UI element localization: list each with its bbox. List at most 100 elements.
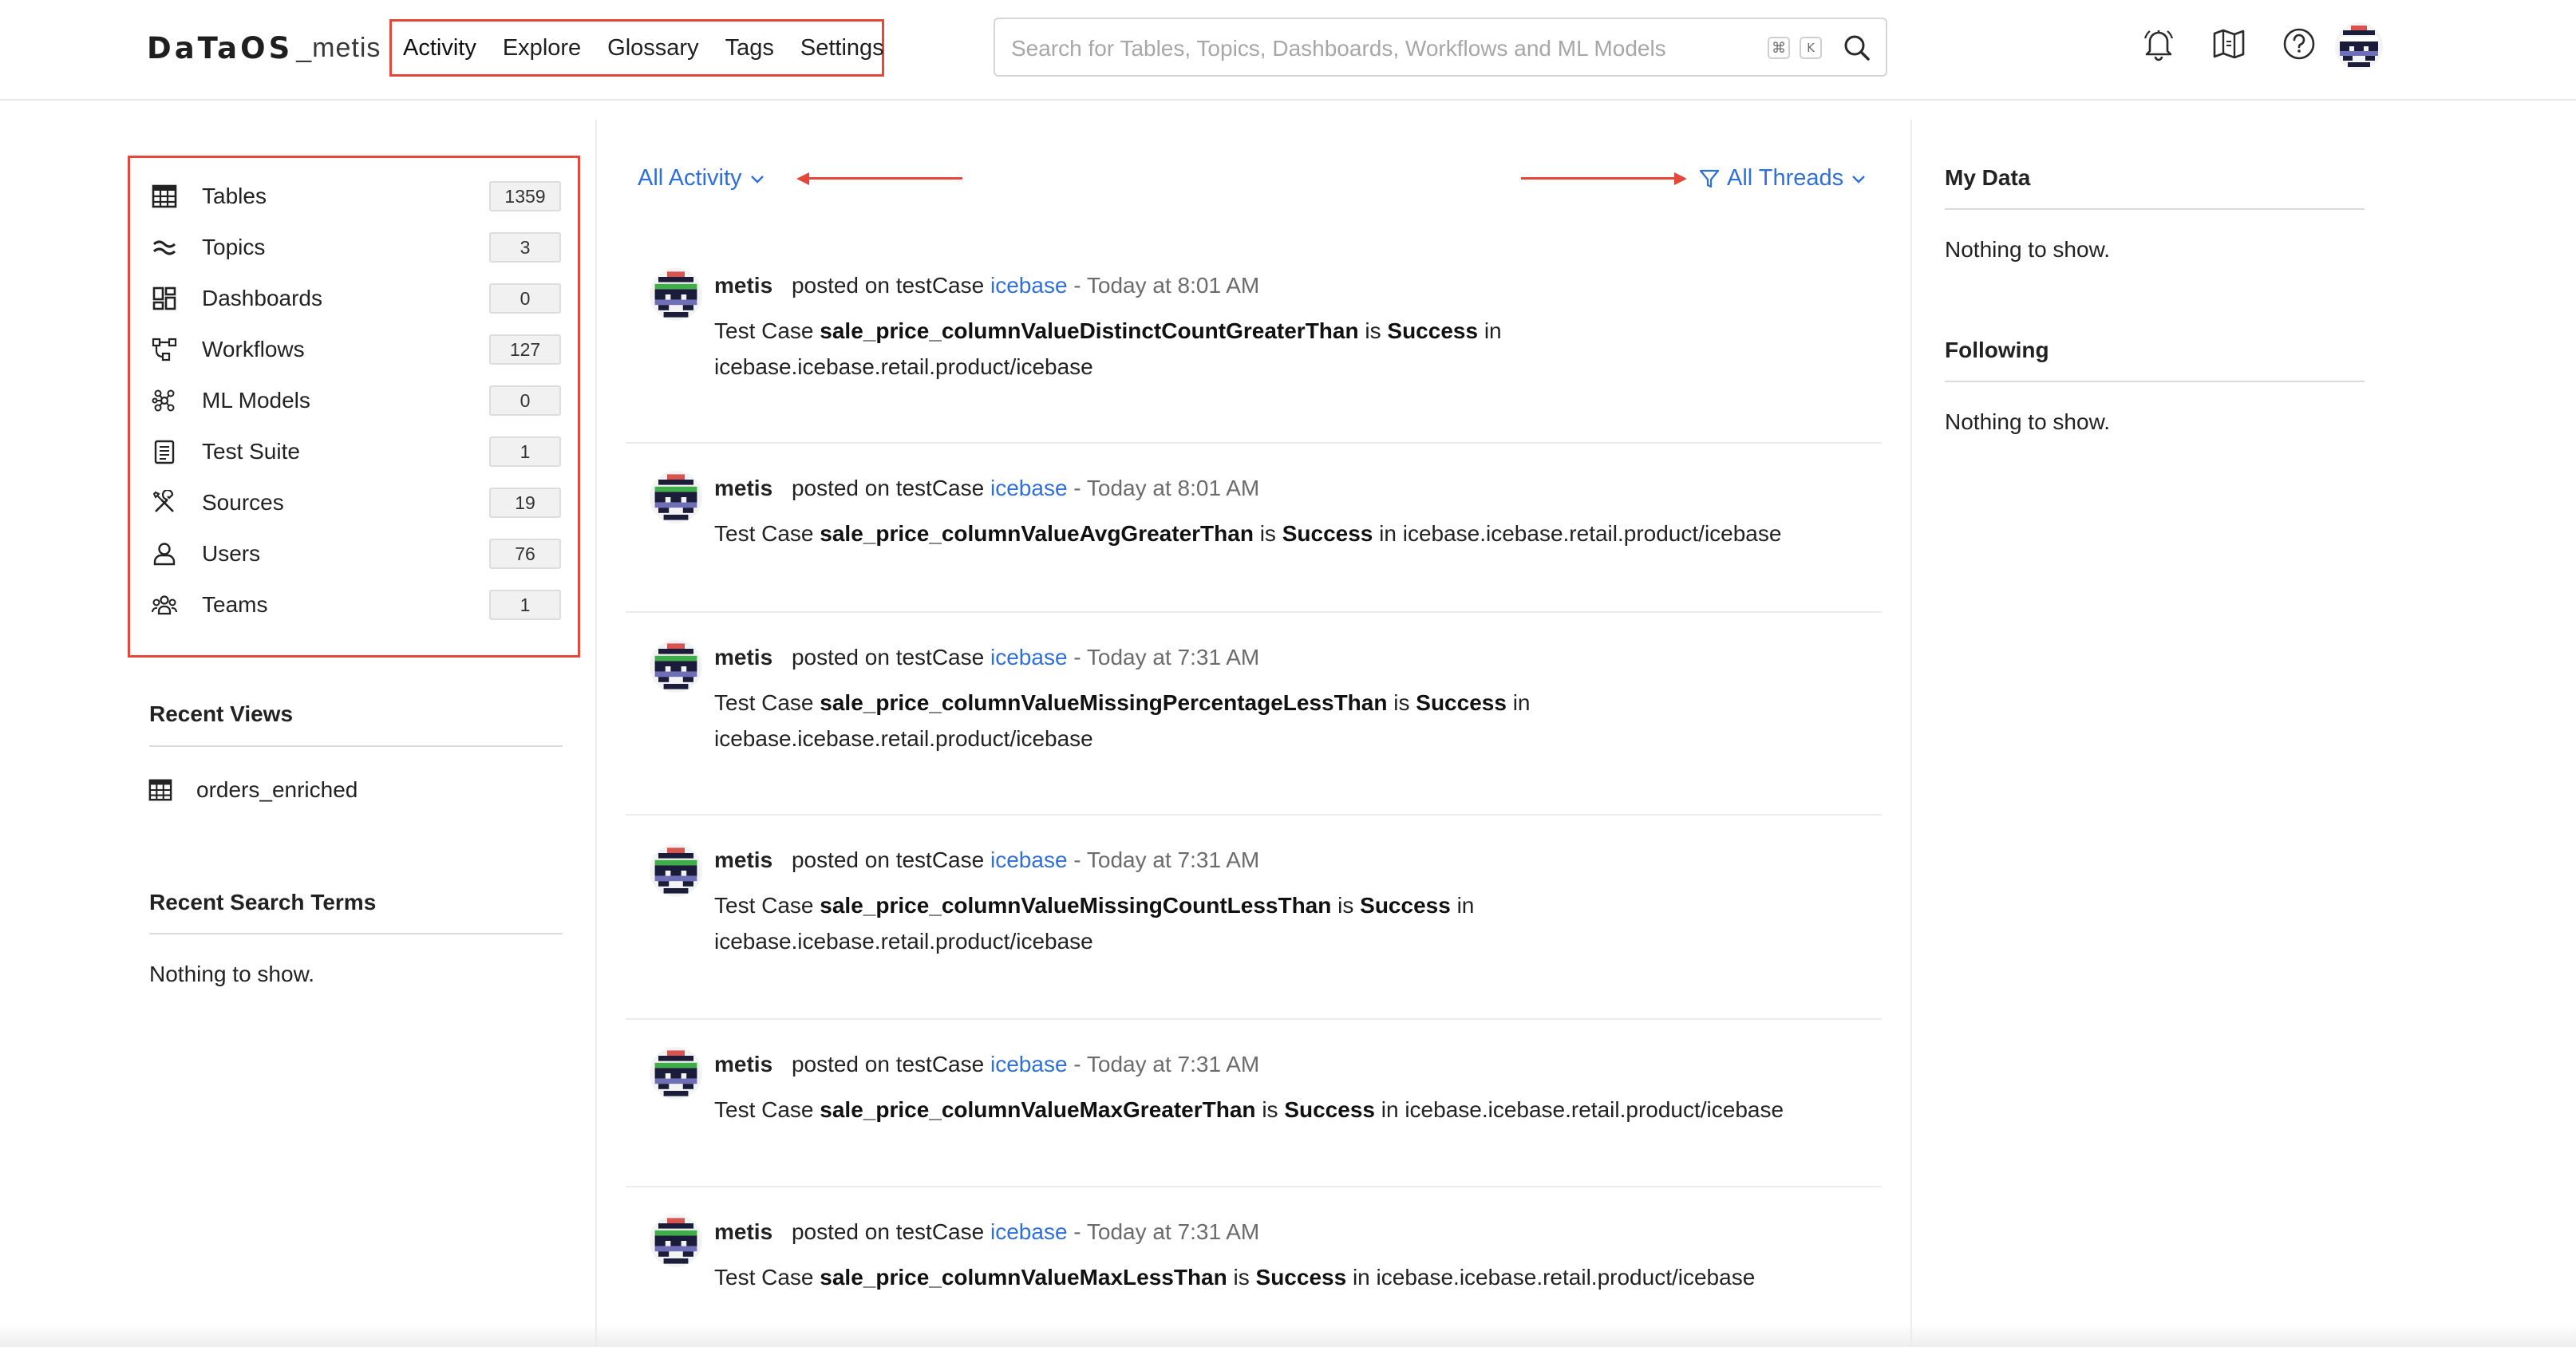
entity-label: Topics (202, 235, 266, 259)
nav-activity[interactable]: Activity (403, 35, 476, 61)
workflow-icon (151, 336, 178, 363)
msg-status: Success (1284, 1097, 1375, 1122)
feed-author[interactable]: metis (714, 847, 772, 872)
msg-test-name: sale_price_columnValueDistinctCountGreat… (820, 318, 1359, 343)
user-avatar[interactable] (650, 844, 702, 897)
bell-icon[interactable] (2139, 24, 2179, 64)
msg-in: in (1512, 690, 1531, 715)
feed-message: Test Case sale_price_columnValueMaxLessT… (714, 1259, 1879, 1295)
annotation-arrow-left (806, 177, 962, 180)
msg-path: icebase.icebase.retail.product/icebase (1405, 1097, 1784, 1122)
entity-row-users[interactable]: Users 76 (151, 531, 561, 576)
entity-label: Tables (202, 184, 267, 208)
map-icon[interactable] (2209, 24, 2249, 64)
feed-item-header: metis posted on testCase icebase - Today… (714, 273, 1259, 298)
nav-settings[interactable]: Settings (800, 35, 884, 61)
test-suite-icon (151, 438, 178, 465)
user-avatar[interactable] (650, 268, 702, 321)
feed-author[interactable]: metis (714, 476, 772, 500)
user-avatar[interactable] (650, 1047, 702, 1100)
feed-timestamp: - Today at 7:31 AM (1073, 645, 1260, 670)
help-icon[interactable] (2279, 24, 2319, 64)
table-icon (151, 183, 178, 210)
msg-in: in (1456, 893, 1475, 918)
feed-item-header: metis posted on testCase icebase - Today… (714, 476, 1259, 501)
msg-status: Success (1387, 318, 1479, 343)
feed-entity-link[interactable]: icebase (990, 1219, 1068, 1244)
all-activity-label: All Activity (638, 165, 742, 191)
search-bar: ⌘ K (994, 18, 1887, 77)
msg-test-name: sale_price_columnValueMaxLessThan (820, 1265, 1227, 1290)
entity-row-teams[interactable]: Teams 1 (151, 583, 561, 627)
feed-item-header: metis posted on testCase icebase - Today… (714, 1219, 1259, 1245)
feed-item: metis posted on testCase icebase - Today… (626, 239, 1882, 444)
nav-explore[interactable]: Explore (503, 35, 581, 61)
feed-item-header: metis posted on testCase icebase - Today… (714, 847, 1259, 873)
annotation-arrow-right (1521, 177, 1676, 180)
entity-row-ml-models[interactable]: ML Models 0 (151, 378, 561, 423)
nav-glossary[interactable]: Glossary (607, 35, 698, 61)
feed-item-header: metis posted on testCase icebase - Today… (714, 645, 1259, 670)
logo-main: DaTaOS (147, 30, 294, 65)
feed-entity-link[interactable]: icebase (990, 645, 1068, 670)
feed-entity-link[interactable]: icebase (990, 273, 1068, 298)
msg-in: in (1484, 318, 1502, 343)
msg-path: icebase.icebase.retail.product/icebase (714, 929, 1093, 954)
entity-label: Sources (202, 490, 284, 515)
msg-path: icebase.icebase.retail.product/icebase (1376, 1265, 1756, 1290)
msg-status: Success (1360, 893, 1451, 918)
entity-count: 1 (489, 436, 561, 467)
feed-entity-link[interactable]: icebase (990, 847, 1068, 872)
app-logo[interactable]: DaTaOS _metis (147, 30, 381, 65)
entity-count: 1359 (489, 181, 561, 211)
recent-view-item[interactable]: orders_enriched (148, 777, 358, 803)
entity-label: Dashboards (202, 286, 322, 310)
feed-action: posted on testCase (791, 273, 985, 298)
teams-icon (151, 591, 178, 618)
all-activity-filter[interactable]: All Activity (638, 165, 766, 192)
msg-path: icebase.icebase.retail.product/icebase (714, 354, 1093, 379)
user-avatar[interactable] (650, 471, 702, 523)
user-avatar[interactable] (650, 640, 702, 693)
msg-test-name: sale_price_columnValueMaxGreaterThan (820, 1097, 1256, 1122)
entity-count: 76 (489, 539, 561, 569)
entity-row-sources[interactable]: Sources 19 (151, 480, 561, 525)
user-avatar[interactable] (650, 1215, 702, 1267)
following-title: Following (1945, 338, 2049, 362)
search-icon[interactable] (1841, 32, 1873, 64)
feed-entity-link[interactable]: icebase (990, 476, 1068, 500)
user-avatar[interactable] (2335, 22, 2383, 70)
feed-entity-link[interactable]: icebase (990, 1052, 1068, 1076)
msg-prefix: Test Case (714, 521, 814, 546)
entity-count: 1 (489, 590, 561, 620)
feed-message: Test Case sale_price_columnValueDistinct… (714, 313, 1831, 385)
msg-in: in (1381, 1097, 1399, 1122)
my-data-empty: Nothing to show. (1945, 237, 2111, 262)
feed-author[interactable]: metis (714, 1052, 772, 1076)
search-input[interactable] (1009, 30, 1731, 67)
entity-row-tables[interactable]: Tables 1359 (151, 174, 561, 219)
entity-count: 3 (489, 232, 561, 263)
nav-tags[interactable]: Tags (725, 35, 774, 61)
msg-prefix: Test Case (714, 690, 814, 715)
entity-label: Workflows (202, 337, 305, 361)
feed-timestamp: - Today at 8:01 AM (1073, 476, 1260, 500)
entity-row-workflows[interactable]: Workflows 127 (151, 327, 561, 372)
feed-author[interactable]: metis (714, 273, 772, 298)
following-empty: Nothing to show. (1945, 409, 2111, 434)
all-threads-filter[interactable]: All Threads (1698, 165, 1867, 192)
entity-row-topics[interactable]: Topics 3 (151, 225, 561, 270)
feed-author[interactable]: metis (714, 1219, 772, 1244)
msg-prefix: Test Case (714, 1097, 814, 1122)
entity-row-dashboards[interactable]: Dashboards 0 (151, 276, 561, 321)
logo-sub: _metis (296, 32, 381, 63)
feed-item: metis posted on testCase icebase - Today… (626, 1018, 1882, 1187)
my-data-divider (1945, 208, 2365, 210)
entity-row-test-suite[interactable]: Test Suite 1 (151, 429, 561, 474)
recent-views-divider (149, 745, 563, 747)
filter-icon (1698, 168, 1721, 190)
sources-icon (151, 489, 178, 516)
feed-author[interactable]: metis (714, 645, 772, 670)
entity-label: ML Models (202, 388, 310, 413)
main-nav: Activity Explore Glossary Tags Settings (389, 19, 884, 77)
